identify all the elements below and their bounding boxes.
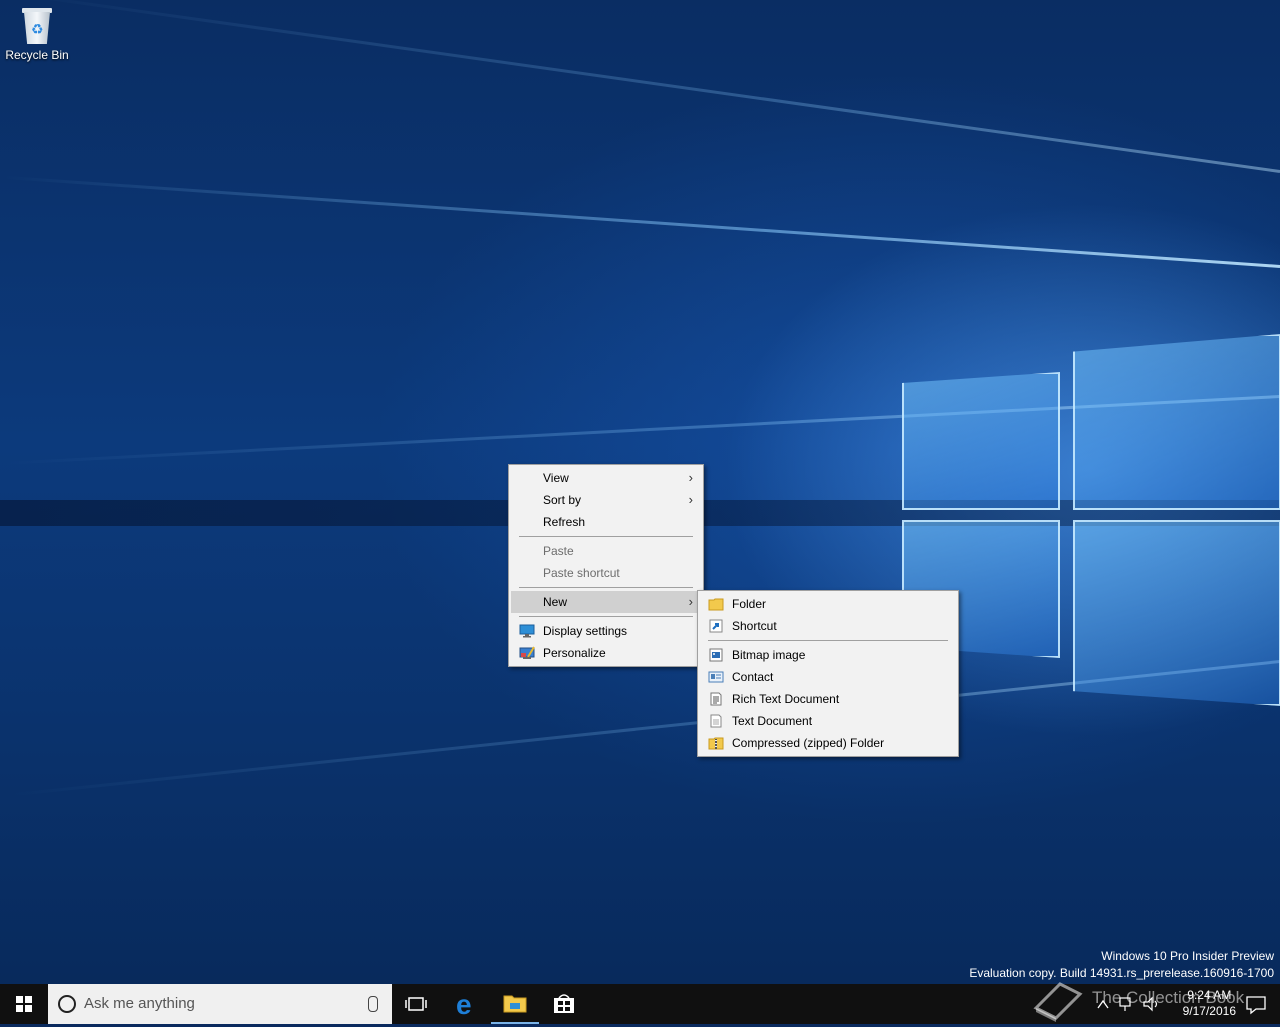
task-view-icon bbox=[405, 997, 427, 1011]
menu-item-label: Text Document bbox=[732, 714, 813, 728]
new-item-shortcut[interactable]: Shortcut bbox=[700, 615, 956, 637]
file-explorer-icon bbox=[503, 995, 527, 1013]
menu-item-label: View bbox=[543, 471, 569, 485]
menu-item-paste-shortcut: Paste shortcut bbox=[511, 562, 701, 584]
menu-item-refresh[interactable]: Refresh bbox=[511, 511, 701, 533]
new-item-rich-text-document[interactable]: Rich Text Document bbox=[700, 688, 956, 710]
recycle-bin-label: Recycle Bin bbox=[5, 48, 69, 62]
build-watermark: Windows 10 Pro Insider Preview Evaluatio… bbox=[969, 948, 1274, 982]
rich-text-icon bbox=[710, 692, 722, 706]
menu-separator bbox=[519, 587, 693, 588]
recycle-bin-shortcut[interactable]: ♻ Recycle Bin bbox=[4, 6, 70, 62]
new-item-contact[interactable]: Contact bbox=[700, 666, 956, 688]
store-icon bbox=[554, 994, 574, 1013]
edge-icon: e bbox=[456, 989, 472, 1020]
menu-separator bbox=[708, 640, 948, 641]
new-item-text-document[interactable]: Text Document bbox=[700, 710, 956, 732]
overlay-watermark-text: The Collection Book bbox=[1092, 988, 1245, 1007]
menu-item-label: Compressed (zipped) Folder bbox=[732, 736, 885, 750]
menu-item-label: Paste bbox=[543, 544, 574, 558]
new-submenu: Folder Shortcut Bitmap image Contact Ric… bbox=[697, 590, 959, 757]
light-beam bbox=[3, 175, 1280, 268]
chevron-right-icon: › bbox=[688, 492, 693, 507]
cortana-search-box[interactable]: Ask me anything bbox=[48, 984, 392, 1024]
menu-separator bbox=[519, 616, 693, 617]
chevron-right-icon: › bbox=[688, 594, 693, 609]
search-placeholder: Ask me anything bbox=[84, 995, 195, 1012]
menu-item-view[interactable]: View › bbox=[511, 467, 701, 489]
watermark-line-2: Evaluation copy. Build 14931.rs_prerelea… bbox=[969, 966, 1274, 980]
edge-button[interactable]: e bbox=[442, 984, 490, 1024]
logo-pane-top-right bbox=[1073, 334, 1280, 510]
windows-logo-icon bbox=[16, 996, 32, 1012]
microphone-icon[interactable] bbox=[368, 996, 378, 1012]
taskbar: Ask me anything e 9:24 AM 9/17/2016 bbox=[0, 984, 1280, 1024]
desktop-context-menu: View › Sort by › Refresh Paste Paste sho… bbox=[508, 464, 704, 667]
logo-pane-top-left bbox=[902, 372, 1060, 510]
menu-item-label: Personalize bbox=[543, 646, 606, 660]
new-item-folder[interactable]: Folder bbox=[700, 593, 956, 615]
watermark-line-1: Windows 10 Pro Insider Preview bbox=[1101, 949, 1274, 963]
book-watermark-icon bbox=[1030, 978, 1086, 1027]
menu-item-paste: Paste bbox=[511, 540, 701, 562]
menu-item-personalize[interactable]: Personalize bbox=[511, 642, 701, 664]
menu-item-label: New bbox=[543, 595, 568, 609]
file-explorer-button[interactable] bbox=[491, 984, 539, 1024]
menu-item-label: Refresh bbox=[543, 515, 586, 529]
menu-item-label: Bitmap image bbox=[732, 648, 806, 662]
contact-icon bbox=[708, 671, 724, 683]
menu-item-label: Sort by bbox=[543, 493, 582, 507]
new-item-bitmap-image[interactable]: Bitmap image bbox=[700, 644, 956, 666]
menu-item-label: Contact bbox=[732, 670, 774, 684]
text-document-icon bbox=[710, 714, 722, 728]
recycle-bin-icon: ♻ bbox=[20, 6, 54, 46]
chevron-right-icon: › bbox=[688, 470, 693, 485]
zip-folder-icon bbox=[708, 737, 724, 750]
menu-separator bbox=[519, 536, 693, 537]
start-button[interactable] bbox=[0, 984, 48, 1024]
menu-item-display-settings[interactable]: Display settings bbox=[511, 620, 701, 642]
menu-item-label: Shortcut bbox=[732, 619, 777, 633]
new-item-compressed-folder[interactable]: Compressed (zipped) Folder bbox=[700, 732, 956, 754]
light-beam bbox=[12, 0, 1280, 173]
logo-pane-bottom-right bbox=[1073, 520, 1280, 706]
menu-item-new[interactable]: New › bbox=[511, 591, 701, 613]
store-button[interactable] bbox=[540, 984, 588, 1024]
task-view-button[interactable] bbox=[392, 984, 440, 1024]
personalize-icon bbox=[519, 646, 535, 659]
display-settings-icon bbox=[519, 624, 535, 638]
menu-item-sort-by[interactable]: Sort by › bbox=[511, 489, 701, 511]
folder-icon bbox=[708, 598, 724, 611]
menu-item-label: Folder bbox=[732, 597, 767, 611]
menu-item-label: Paste shortcut bbox=[543, 566, 620, 580]
menu-item-label: Display settings bbox=[543, 624, 628, 638]
bitmap-icon bbox=[709, 648, 723, 662]
cortana-icon bbox=[58, 995, 76, 1013]
svg-text:e: e bbox=[456, 989, 472, 1020]
menu-item-label: Rich Text Document bbox=[732, 692, 840, 706]
shortcut-icon bbox=[709, 619, 723, 633]
